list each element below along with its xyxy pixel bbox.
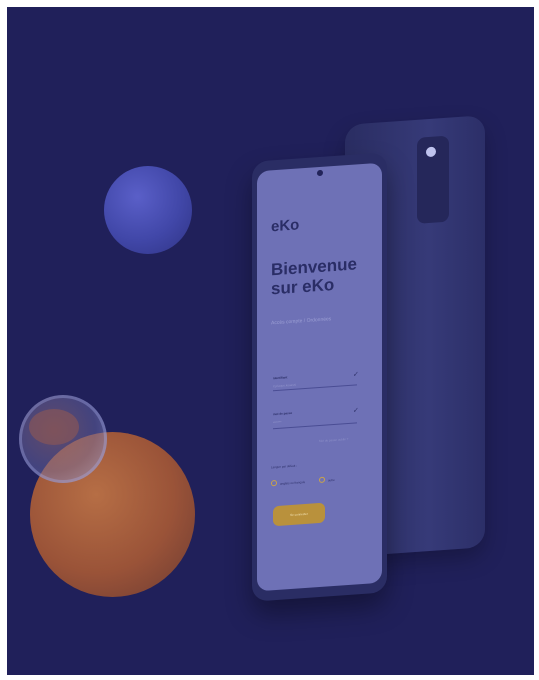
lang-option-2-radio[interactable]: [319, 476, 325, 484]
promo-canvas: eKo Bienvenue sur eKo Accès compte / Ord…: [7, 7, 534, 675]
login-button[interactable]: Se connecter: [273, 502, 325, 527]
username-label: identifiant: [273, 375, 288, 381]
password-label: mot de passe: [273, 410, 293, 417]
front-camera-icon: [317, 169, 323, 177]
password-field[interactable]: ••••••••: [273, 420, 281, 425]
phone-screen: eKo Bienvenue sur eKo Accès compte / Ord…: [257, 162, 382, 592]
phone-front: eKo Bienvenue sur eKo Accès compte / Ord…: [252, 152, 387, 602]
app-logo: eKo: [271, 216, 300, 236]
camera-lens-icon: [426, 146, 436, 158]
language-label: Langue par défaut :: [271, 463, 298, 470]
lang-option-2-label: autre: [328, 477, 335, 483]
password-check-icon: ✓: [353, 407, 359, 415]
camera-module: [417, 135, 449, 224]
password-underline: [273, 422, 357, 430]
lang-option-1-radio[interactable]: [271, 479, 277, 487]
username-check-icon: ✓: [353, 371, 359, 379]
blue-sphere-decoration: [104, 166, 192, 254]
username-field[interactable]: Cyriaque.kouassi: [273, 383, 296, 389]
forgot-password-link[interactable]: Mot de passe oublié ?: [319, 437, 348, 443]
welcome-title: Bienvenue sur eKo: [271, 254, 357, 298]
lang-option-1-label: anglais ou français: [280, 480, 306, 486]
glass-sphere-decoration: [19, 395, 107, 483]
welcome-subtitle: Accès compte / Ordonnées: [271, 316, 332, 327]
